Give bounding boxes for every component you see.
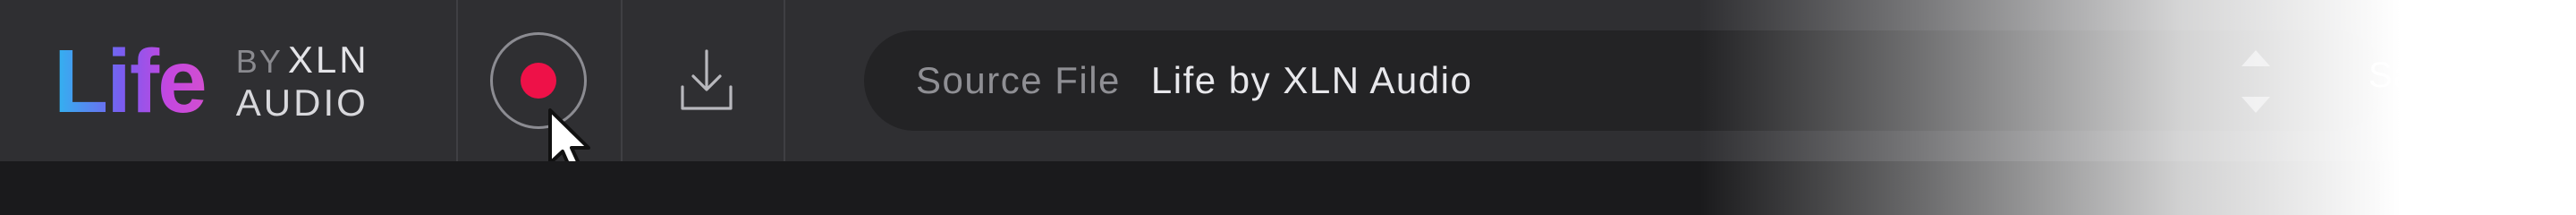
toolbar-divider — [784, 0, 785, 161]
chevron-down-icon[interactable] — [2240, 95, 2272, 115]
logo-wordmark: Life — [54, 31, 208, 132]
chevron-up-icon[interactable] — [2240, 48, 2272, 68]
toolbar-divider — [456, 0, 458, 161]
app-window: Life BY XLN AUDIO Source File Life by XL… — [0, 0, 2576, 215]
download-button[interactable] — [671, 39, 742, 120]
source-file-field[interactable]: Source File Life by XLN Audio — [864, 30, 2385, 131]
logo-byline: BY XLN AUDIO — [236, 39, 369, 125]
download-icon — [681, 49, 733, 110]
content-area — [0, 161, 2576, 215]
logo-brand: XLN — [287, 38, 369, 81]
record-icon — [521, 63, 556, 99]
app-logo: Life BY XLN AUDIO — [54, 32, 429, 131]
logo-brand-sub: AUDIO — [235, 82, 369, 124]
save-button[interactable]: Save — [2368, 56, 2453, 96]
logo-by: BY — [235, 42, 283, 80]
source-file-label: Source File — [916, 59, 1121, 101]
source-file-value[interactable]: Life by XLN Audio — [1151, 59, 1472, 102]
toolbar-divider — [621, 0, 623, 161]
top-toolbar: Life BY XLN AUDIO Source File Life by XL… — [0, 0, 2576, 176]
source-file-stepper[interactable] — [2236, 48, 2275, 115]
